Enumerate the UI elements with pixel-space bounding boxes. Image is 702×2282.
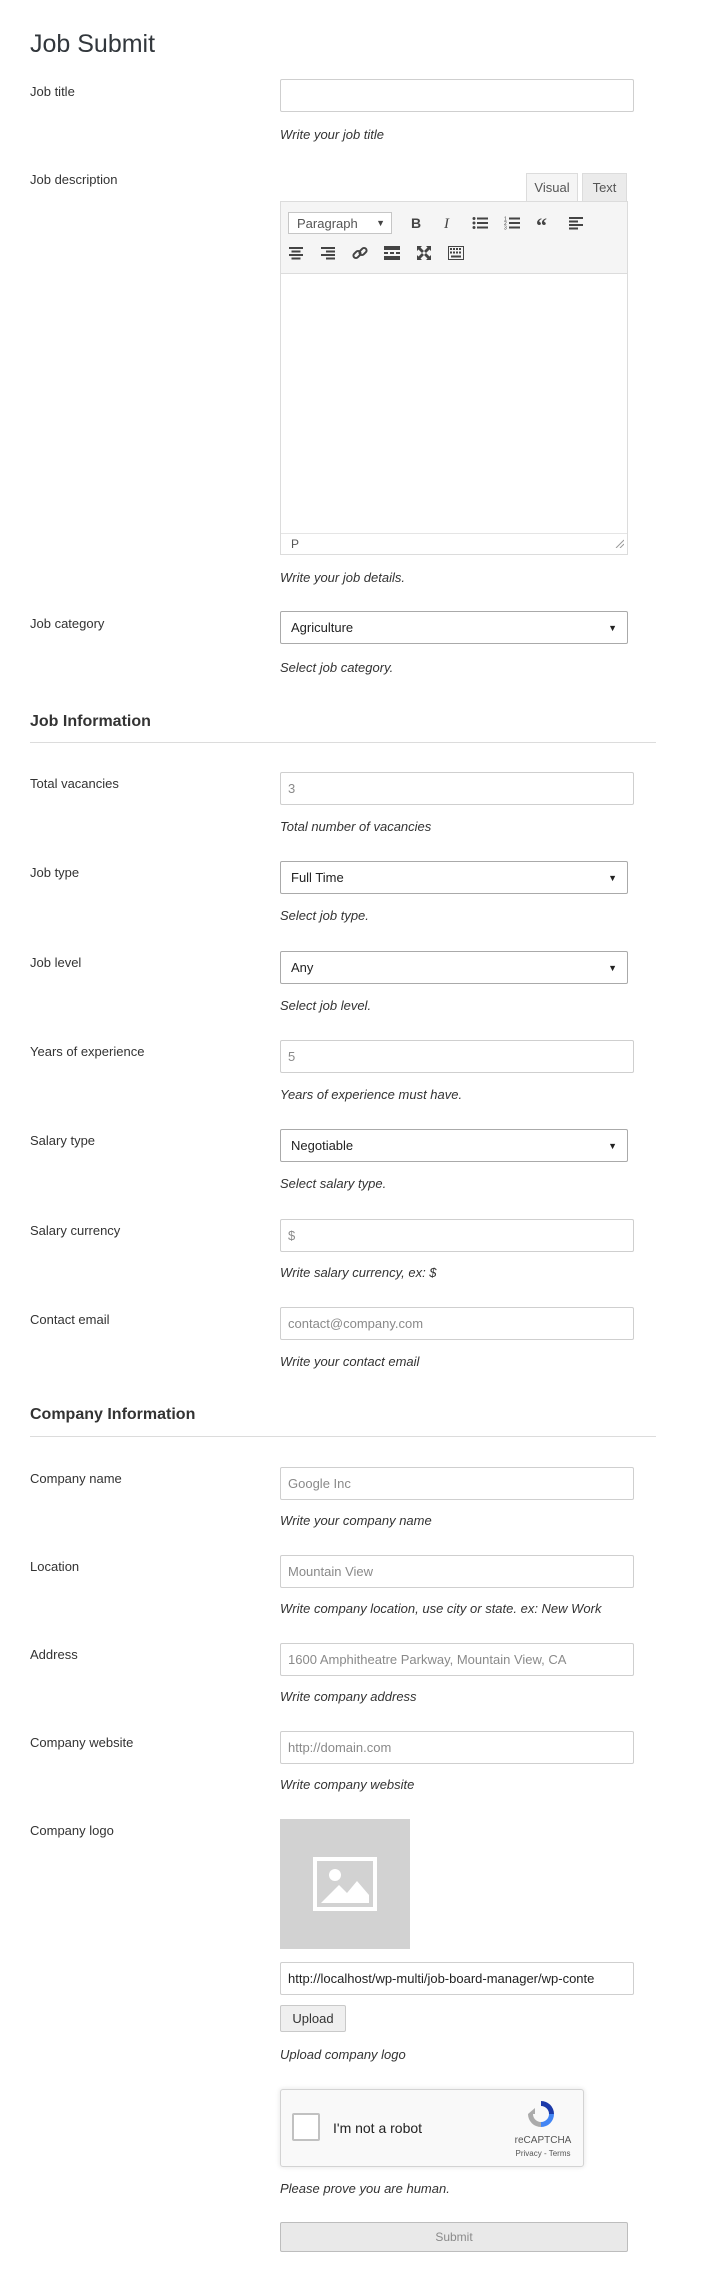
format-select-value: Paragraph bbox=[297, 215, 358, 231]
location-input[interactable] bbox=[280, 1555, 634, 1588]
total-vacancies-input[interactable] bbox=[280, 772, 634, 805]
salary-type-desc: Select salary type. bbox=[280, 1176, 387, 1191]
italic-icon[interactable]: I bbox=[435, 210, 461, 236]
years-experience-input[interactable] bbox=[280, 1040, 634, 1073]
company-information-heading: Company Information bbox=[30, 1406, 196, 1423]
recaptcha-links[interactable]: Privacy - Terms bbox=[511, 2149, 575, 2158]
salary-currency-label: Salary currency bbox=[30, 1223, 121, 1238]
submit-button[interactable]: Submit bbox=[280, 2222, 628, 2252]
job-description-desc: Write your job details. bbox=[280, 570, 405, 585]
logo-url-input[interactable] bbox=[280, 1962, 634, 1995]
svg-text:I: I bbox=[443, 216, 450, 230]
job-category-value: Agriculture bbox=[291, 620, 354, 635]
company-website-input[interactable] bbox=[280, 1731, 634, 1764]
salary-currency-input[interactable] bbox=[280, 1219, 634, 1252]
align-center-icon[interactable] bbox=[283, 240, 309, 266]
recaptcha-logo-icon bbox=[525, 2098, 557, 2133]
svg-text:“: “ bbox=[536, 216, 547, 230]
link-icon[interactable] bbox=[347, 240, 373, 266]
recaptcha-brand: reCAPTCHA bbox=[514, 2135, 572, 2146]
section-divider bbox=[30, 1436, 656, 1437]
format-select[interactable]: Paragraph ▼ bbox=[288, 212, 392, 234]
tab-text[interactable]: Text bbox=[582, 173, 627, 201]
job-category-label: Job category bbox=[30, 616, 105, 631]
contact-email-input[interactable] bbox=[280, 1307, 634, 1340]
job-type-label: Job type bbox=[30, 865, 80, 880]
salary-currency-desc: Write salary currency, ex: $ bbox=[280, 1265, 437, 1280]
bullet-list-icon[interactable] bbox=[467, 210, 493, 236]
job-description-label: Job description bbox=[30, 172, 118, 187]
blockquote-icon[interactable]: “ bbox=[531, 210, 557, 236]
section-divider bbox=[30, 742, 656, 743]
align-right-icon[interactable] bbox=[315, 240, 341, 266]
job-type-select[interactable]: Full Time ▼ bbox=[280, 861, 628, 894]
contact-email-label: Contact email bbox=[30, 1312, 110, 1327]
resize-handle-icon[interactable] bbox=[615, 536, 625, 551]
editor-content-area[interactable] bbox=[281, 275, 627, 533]
logo-preview bbox=[280, 1819, 410, 1949]
chevron-down-icon: ▼ bbox=[608, 622, 617, 633]
svg-text:B: B bbox=[411, 216, 421, 230]
toolbar-toggle-icon[interactable] bbox=[443, 240, 469, 266]
job-title-label: Job title bbox=[30, 84, 75, 99]
job-category-select[interactable]: Agriculture ▼ bbox=[280, 611, 628, 644]
salary-type-select[interactable]: Negotiable ▼ bbox=[280, 1129, 628, 1162]
job-type-desc: Select job type. bbox=[280, 908, 369, 923]
job-level-value: Any bbox=[291, 960, 314, 975]
recaptcha-label: I'm not a robot bbox=[333, 2120, 423, 2136]
total-vacancies-desc: Total number of vacancies bbox=[280, 819, 432, 834]
salary-type-value: Negotiable bbox=[291, 1138, 354, 1153]
job-description-editor: Paragraph ▼ B I 123 “ P bbox=[280, 201, 628, 555]
editor-path: P bbox=[291, 537, 300, 551]
recaptcha-checkbox[interactable] bbox=[292, 2113, 320, 2141]
read-more-icon[interactable] bbox=[379, 240, 405, 266]
company-name-input[interactable] bbox=[280, 1467, 634, 1500]
company-name-desc: Write your company name bbox=[280, 1513, 432, 1528]
company-logo-desc: Upload company logo bbox=[280, 2047, 406, 2062]
address-input[interactable] bbox=[280, 1643, 634, 1676]
recaptcha-widget: I'm not a robot reCAPTCHA Privacy - Term… bbox=[280, 2089, 584, 2167]
years-experience-label: Years of experience bbox=[30, 1044, 145, 1059]
job-title-desc: Write your job title bbox=[280, 127, 385, 142]
editor-status-bar: P bbox=[281, 533, 627, 554]
location-label: Location bbox=[30, 1559, 80, 1574]
editor-toolbar: Paragraph ▼ B I 123 “ bbox=[281, 202, 627, 274]
company-logo-label: Company logo bbox=[30, 1823, 114, 1838]
job-level-label: Job level bbox=[30, 955, 82, 970]
align-left-icon[interactable] bbox=[563, 210, 589, 236]
address-desc: Write company address bbox=[280, 1689, 417, 1704]
location-desc: Write company location, use city or stat… bbox=[280, 1601, 602, 1616]
chevron-down-icon: ▼ bbox=[608, 872, 617, 883]
fullscreen-icon[interactable] bbox=[411, 240, 437, 266]
tab-visual[interactable]: Visual bbox=[526, 173, 578, 201]
chevron-down-icon: ▼ bbox=[608, 1140, 617, 1151]
bold-icon[interactable]: B bbox=[403, 210, 429, 236]
chevron-down-icon: ▼ bbox=[376, 218, 385, 228]
job-submit-page: Job Submit Job title Write your job titl… bbox=[0, 0, 702, 2282]
job-title-input[interactable] bbox=[280, 79, 634, 112]
chevron-down-icon: ▼ bbox=[608, 962, 617, 973]
job-type-value: Full Time bbox=[291, 870, 344, 885]
captcha-desc: Please prove you are human. bbox=[280, 2181, 450, 2196]
total-vacancies-label: Total vacancies bbox=[30, 776, 119, 791]
salary-type-label: Salary type bbox=[30, 1133, 96, 1148]
job-category-desc: Select job category. bbox=[280, 660, 394, 675]
contact-email-desc: Write your contact email bbox=[280, 1354, 420, 1369]
svg-text:3: 3 bbox=[504, 226, 507, 231]
page-title: Job Submit bbox=[30, 30, 156, 58]
job-information-heading: Job Information bbox=[30, 713, 151, 730]
company-name-label: Company name bbox=[30, 1471, 122, 1486]
job-level-desc: Select job level. bbox=[280, 998, 372, 1013]
address-label: Address bbox=[30, 1647, 78, 1662]
company-website-label: Company website bbox=[30, 1735, 134, 1750]
job-level-select[interactable]: Any ▼ bbox=[280, 951, 628, 984]
image-placeholder-icon bbox=[313, 1857, 377, 1911]
company-website-desc: Write company website bbox=[280, 1777, 415, 1792]
upload-button[interactable]: Upload bbox=[280, 2005, 346, 2032]
years-experience-desc: Years of experience must have. bbox=[280, 1087, 463, 1102]
numbered-list-icon[interactable]: 123 bbox=[499, 210, 525, 236]
